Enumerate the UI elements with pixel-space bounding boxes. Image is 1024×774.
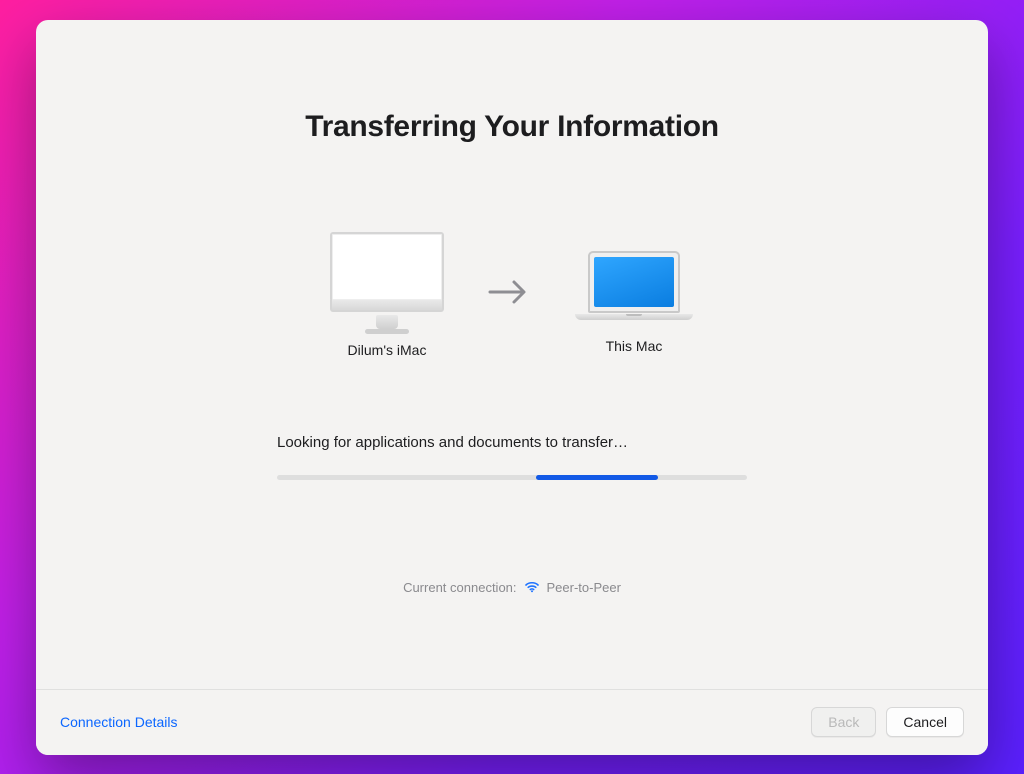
connection-type: Peer-to-Peer [547, 580, 621, 595]
connection-details-link[interactable]: Connection Details [60, 714, 178, 730]
connection-status: Current connection: Peer-to-Peer [96, 580, 928, 595]
migration-assistant-window: Transferring Your Information Dilum's iM… [36, 20, 988, 755]
source-device: Dilum's iMac [330, 232, 444, 358]
progress-bar [277, 475, 747, 480]
device-transfer-diagram: Dilum's iMac This Mac [96, 232, 928, 358]
imac-icon [330, 232, 444, 324]
back-button: Back [811, 707, 876, 737]
cancel-button[interactable]: Cancel [886, 707, 964, 737]
wifi-icon [525, 581, 539, 593]
window-footer: Connection Details Back Cancel [36, 689, 988, 755]
macbook-icon [574, 236, 694, 320]
desktop-background: Transferring Your Information Dilum's iM… [0, 0, 1024, 774]
window-content: Transferring Your Information Dilum's iM… [36, 20, 988, 689]
source-device-label: Dilum's iMac [348, 342, 427, 358]
progress-bar-chunk [536, 475, 658, 480]
target-device: This Mac [574, 236, 694, 354]
page-title: Transferring Your Information [96, 110, 928, 144]
status-text: Looking for applications and documents t… [277, 434, 747, 451]
target-device-label: This Mac [606, 338, 663, 354]
arrow-right-icon [488, 278, 530, 311]
connection-label: Current connection: [403, 580, 516, 595]
